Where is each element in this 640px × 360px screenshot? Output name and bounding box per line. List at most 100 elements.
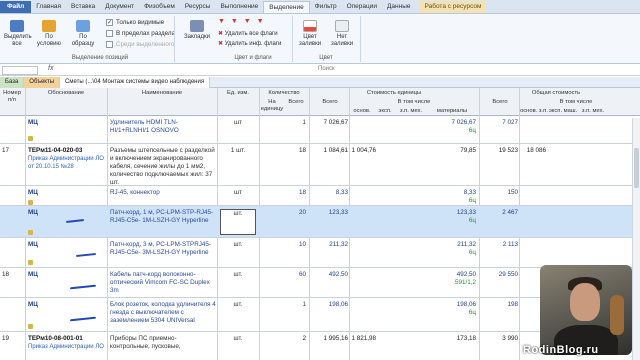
cell-mat-index: 6ц bbox=[468, 309, 476, 316]
tab-file[interactable]: Файл bbox=[0, 1, 32, 13]
tab-selection[interactable]: Выделение bbox=[263, 1, 310, 13]
cell-basis: ТЕРм11-04-020-03 bbox=[28, 147, 83, 154]
cell-basis: ТЕРм10-08-001-01 bbox=[28, 335, 83, 342]
table-row[interactable]: МЦ RJ-45, коннектор шт 18 8,33 8,33 6ц 1… bbox=[0, 186, 640, 206]
paint-bucket-icon bbox=[303, 20, 317, 32]
within-section-checkbox[interactable]: В пределах раздела bbox=[106, 30, 175, 37]
pen-scribble bbox=[69, 284, 97, 290]
header-qty: Количество bbox=[268, 90, 300, 96]
ribbon-separator bbox=[292, 16, 293, 62]
bookmarks-button[interactable]: Закладки bbox=[180, 20, 214, 41]
only-visible-checkbox[interactable]: ✓ Только видимые bbox=[106, 19, 164, 26]
among-selected-checkbox[interactable]: Среди выделенного bbox=[106, 41, 175, 48]
tab-estimate[interactable]: Сметы (...\04 Монтаж системы видео наблю… bbox=[60, 77, 211, 88]
header-unit-cost: Стоимость единицы bbox=[366, 90, 422, 96]
cell-cost: 1 084,61 bbox=[323, 147, 348, 154]
cell-name: Блок розеток, колодка удлинителя 4 гнезд… bbox=[110, 301, 216, 324]
sample-icon bbox=[76, 20, 90, 32]
cell-basis: МЦ bbox=[28, 271, 38, 278]
cell-qty: 60 bbox=[298, 271, 306, 278]
tab-execution[interactable]: Выполнение bbox=[215, 1, 263, 13]
name-box[interactable] bbox=[2, 66, 38, 75]
table-row[interactable]: 17 ТЕРм11-04-020-03 Приказ Администрации… bbox=[0, 144, 640, 186]
cell-mat-index: 6ц bbox=[468, 217, 476, 224]
cell-name: Разъемы штепсельные с разделкой и включе… bbox=[110, 147, 215, 186]
table-row-selected[interactable]: МЦ Патч-корд, 1 м, PC-LPM-STP-RJ45-RJ45-… bbox=[0, 206, 640, 238]
tab-physvolume[interactable]: Физобъем bbox=[139, 1, 180, 13]
cell-mat-index: 591/1,2 bbox=[454, 279, 476, 286]
cell-qty: 18 bbox=[298, 147, 306, 154]
flag-remove-icon: ✖ bbox=[218, 41, 225, 47]
header-basis: Обоснование bbox=[47, 90, 85, 96]
vertical-scrollbar[interactable] bbox=[632, 118, 640, 360]
cell-unit: шт bbox=[234, 119, 242, 126]
cell-qty: 20 bbox=[298, 209, 306, 216]
ribbon: Выделить все По условию По образцу ✓ Тол… bbox=[0, 14, 640, 64]
cell-cost: 198,06 bbox=[328, 301, 348, 308]
fx-label: fx bbox=[48, 65, 54, 72]
search-input[interactable]: Поиск bbox=[318, 66, 335, 72]
ribbon-separator bbox=[174, 16, 175, 62]
by-condition-button[interactable]: По условию bbox=[36, 20, 62, 48]
cell-mat: 198,06 bbox=[456, 301, 476, 308]
tab-data[interactable]: Данные bbox=[382, 1, 415, 13]
tab-home[interactable]: Главная bbox=[31, 1, 66, 13]
cell-mat: 8,33 bbox=[463, 189, 476, 196]
ribbon-separator bbox=[360, 16, 361, 62]
checkbox-box bbox=[106, 41, 113, 48]
no-fill-button[interactable]: Нет заливки bbox=[328, 20, 356, 48]
tab-insert[interactable]: Вставка bbox=[66, 1, 100, 13]
group-selection-label: Выделение позиций bbox=[71, 55, 129, 61]
remove-other-flags-button[interactable]: ✖ Удалить инф. флаги bbox=[218, 41, 288, 48]
presenter-face bbox=[570, 283, 600, 321]
cell-total-cost: 2 113 bbox=[502, 241, 518, 248]
filter-condition-icon bbox=[42, 20, 56, 32]
cell-name: Патч-корд, 1 м, PC-LPM-STP-RJ45-RJ45-C5e… bbox=[110, 209, 214, 224]
cell-cost: 8,33 bbox=[335, 189, 348, 196]
scrollbar-thumb[interactable] bbox=[634, 148, 639, 188]
cell-order: Приказ Администрации ЛО bbox=[28, 344, 104, 350]
tab-base[interactable]: База bbox=[0, 77, 25, 88]
tab-operations[interactable]: Операции bbox=[342, 1, 382, 13]
cell-qty: 1 bbox=[302, 301, 306, 308]
tab-resource-work[interactable]: Работа с ресурсом bbox=[419, 1, 487, 13]
flag-icons: ▼ ▼ ▼ ▼ bbox=[218, 18, 266, 25]
cell-total-cost: 2 467 bbox=[502, 209, 518, 216]
remove-all-flags-button[interactable]: ✖ Удалить все флаги bbox=[218, 31, 288, 38]
cell-total-cost: 19 523 bbox=[498, 147, 518, 154]
cell-unit: шт. bbox=[233, 271, 243, 278]
cell-mat: 211,32 bbox=[457, 241, 476, 248]
comment-marker-icon bbox=[28, 260, 33, 265]
cell-basis: МЦ bbox=[28, 119, 38, 126]
cell-total-cost: 150 bbox=[507, 189, 518, 196]
fill-color-button[interactable]: Цвет заливки bbox=[296, 20, 324, 48]
tab-resources[interactable]: Ресурсы bbox=[180, 1, 216, 13]
by-sample-button[interactable]: По образцу bbox=[68, 20, 98, 48]
table-row[interactable]: МЦ Удлинитель HDMI TLN-HI/1+RLNHI/1 OSNO… bbox=[0, 116, 640, 144]
cell-total-cost: 7 027 bbox=[502, 119, 518, 126]
cell-num: 18 bbox=[2, 271, 10, 278]
comment-marker-icon bbox=[28, 136, 33, 141]
cell-num: 19 bbox=[2, 335, 10, 342]
cell-total-cost: 29 550 bbox=[498, 271, 518, 278]
menu-bar: Файл Главная Вставка Документ Физобъем Р… bbox=[0, 0, 640, 14]
cell-mat: 123,33 bbox=[456, 209, 476, 216]
tab-document[interactable]: Документ bbox=[100, 1, 139, 13]
cell-cost: 7 026,67 bbox=[323, 119, 348, 126]
grid-header: Номер п/п Обоснование Наименование Ед. и… bbox=[0, 88, 640, 116]
cell-unit-editing[interactable]: шт. bbox=[220, 209, 256, 235]
header-basic: основ. bbox=[353, 108, 371, 114]
select-all-icon bbox=[10, 20, 24, 32]
cell-qty: 10 bbox=[298, 241, 306, 248]
cell-unit: шт. bbox=[233, 301, 243, 308]
header-total: Всего bbox=[288, 99, 304, 105]
tab-filter[interactable]: Фильтр bbox=[310, 1, 342, 13]
select-all-button[interactable]: Выделить все bbox=[4, 20, 32, 48]
cell-num: 17 bbox=[2, 147, 10, 154]
table-row[interactable]: МЦ Патч-корд, 3 м, PC-LPM-STPRJ45-RJ45-C… bbox=[0, 238, 640, 268]
checkmark-icon: ✓ bbox=[106, 19, 113, 26]
tab-objects[interactable]: Объекты bbox=[24, 77, 61, 88]
formula-bar: fx Поиск bbox=[0, 65, 640, 76]
comment-marker-icon bbox=[28, 324, 33, 329]
pen-scribble bbox=[75, 252, 97, 258]
